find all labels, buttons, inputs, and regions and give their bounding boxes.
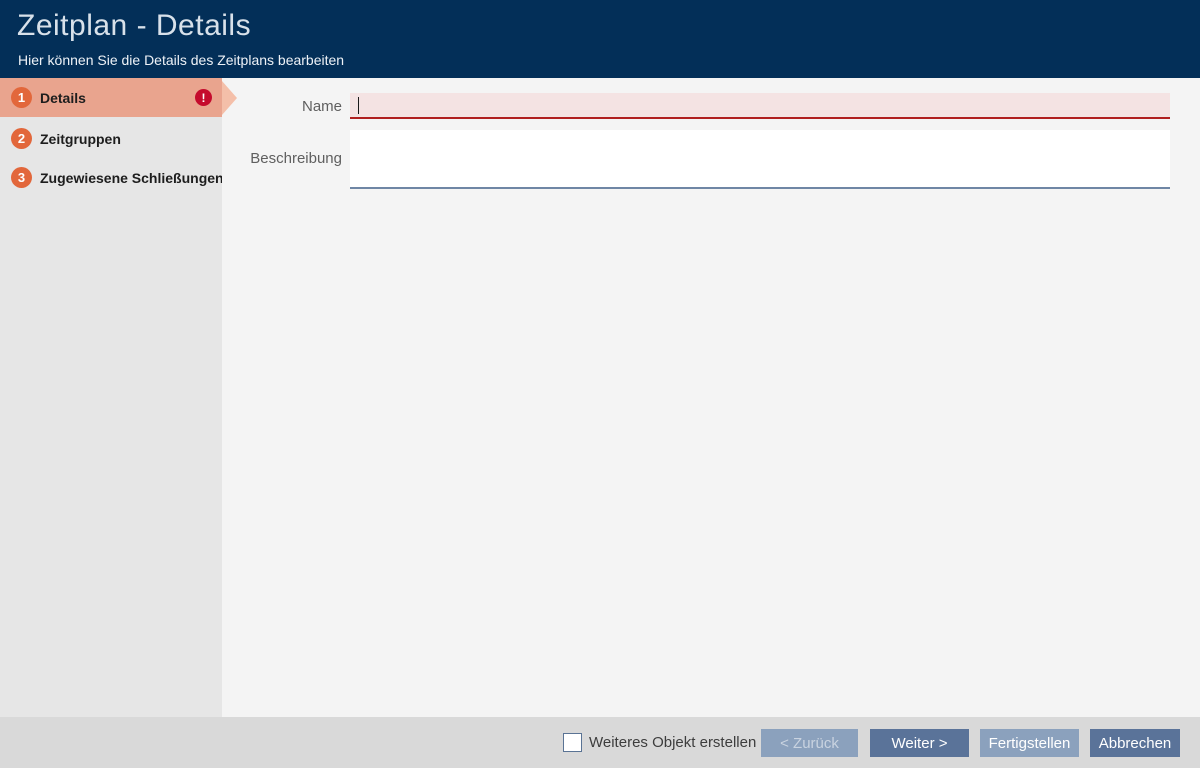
wizard-sidebar: 1 Details ! 2 Zeitgruppen 3 Zugewiesene … — [0, 78, 222, 717]
active-step-arrow-icon — [222, 81, 237, 115]
finish-button[interactable]: Fertigstellen — [980, 729, 1079, 757]
sidebar-step-zeitgruppen[interactable]: 2 Zeitgruppen — [0, 122, 222, 155]
dialog-footer: Weiteres Objekt erstellen < Zurück Weite… — [0, 717, 1200, 768]
step-3-label: Zugewiesene Schließungen — [40, 170, 224, 186]
name-input[interactable] — [350, 93, 1170, 119]
create-another-object-label[interactable]: Weiteres Objekt erstellen — [589, 733, 756, 752]
step-1-number-badge: 1 — [11, 87, 32, 108]
description-input[interactable] — [350, 130, 1170, 189]
step-3-number-badge: 3 — [11, 167, 32, 188]
sidebar-step-zugewiesene-schliessungen[interactable]: 3 Zugewiesene Schließungen — [0, 161, 222, 194]
step-2-number-badge: 2 — [11, 128, 32, 149]
validation-error-icon: ! — [195, 89, 212, 106]
zeitplan-details-dialog: Zeitplan - Details Hier können Sie die D… — [0, 0, 1200, 768]
details-form: Name Beschreibung — [222, 78, 1200, 717]
create-another-object-checkbox[interactable] — [563, 733, 582, 752]
page-title: Zeitplan - Details — [17, 9, 251, 43]
cancel-button[interactable]: Abbrechen — [1090, 729, 1180, 757]
sidebar-step-details[interactable]: 1 Details ! — [0, 78, 222, 117]
page-subtitle: Hier können Sie die Details des Zeitplan… — [18, 52, 344, 68]
dialog-header: Zeitplan - Details Hier können Sie die D… — [0, 0, 1200, 78]
step-1-label: Details — [40, 90, 86, 106]
next-button[interactable]: Weiter > — [870, 729, 969, 757]
step-2-label: Zeitgruppen — [40, 131, 121, 147]
description-label: Beschreibung — [222, 146, 342, 172]
name-label: Name — [222, 94, 342, 120]
back-button[interactable]: < Zurück — [761, 729, 858, 757]
name-field-wrap — [350, 93, 1170, 119]
